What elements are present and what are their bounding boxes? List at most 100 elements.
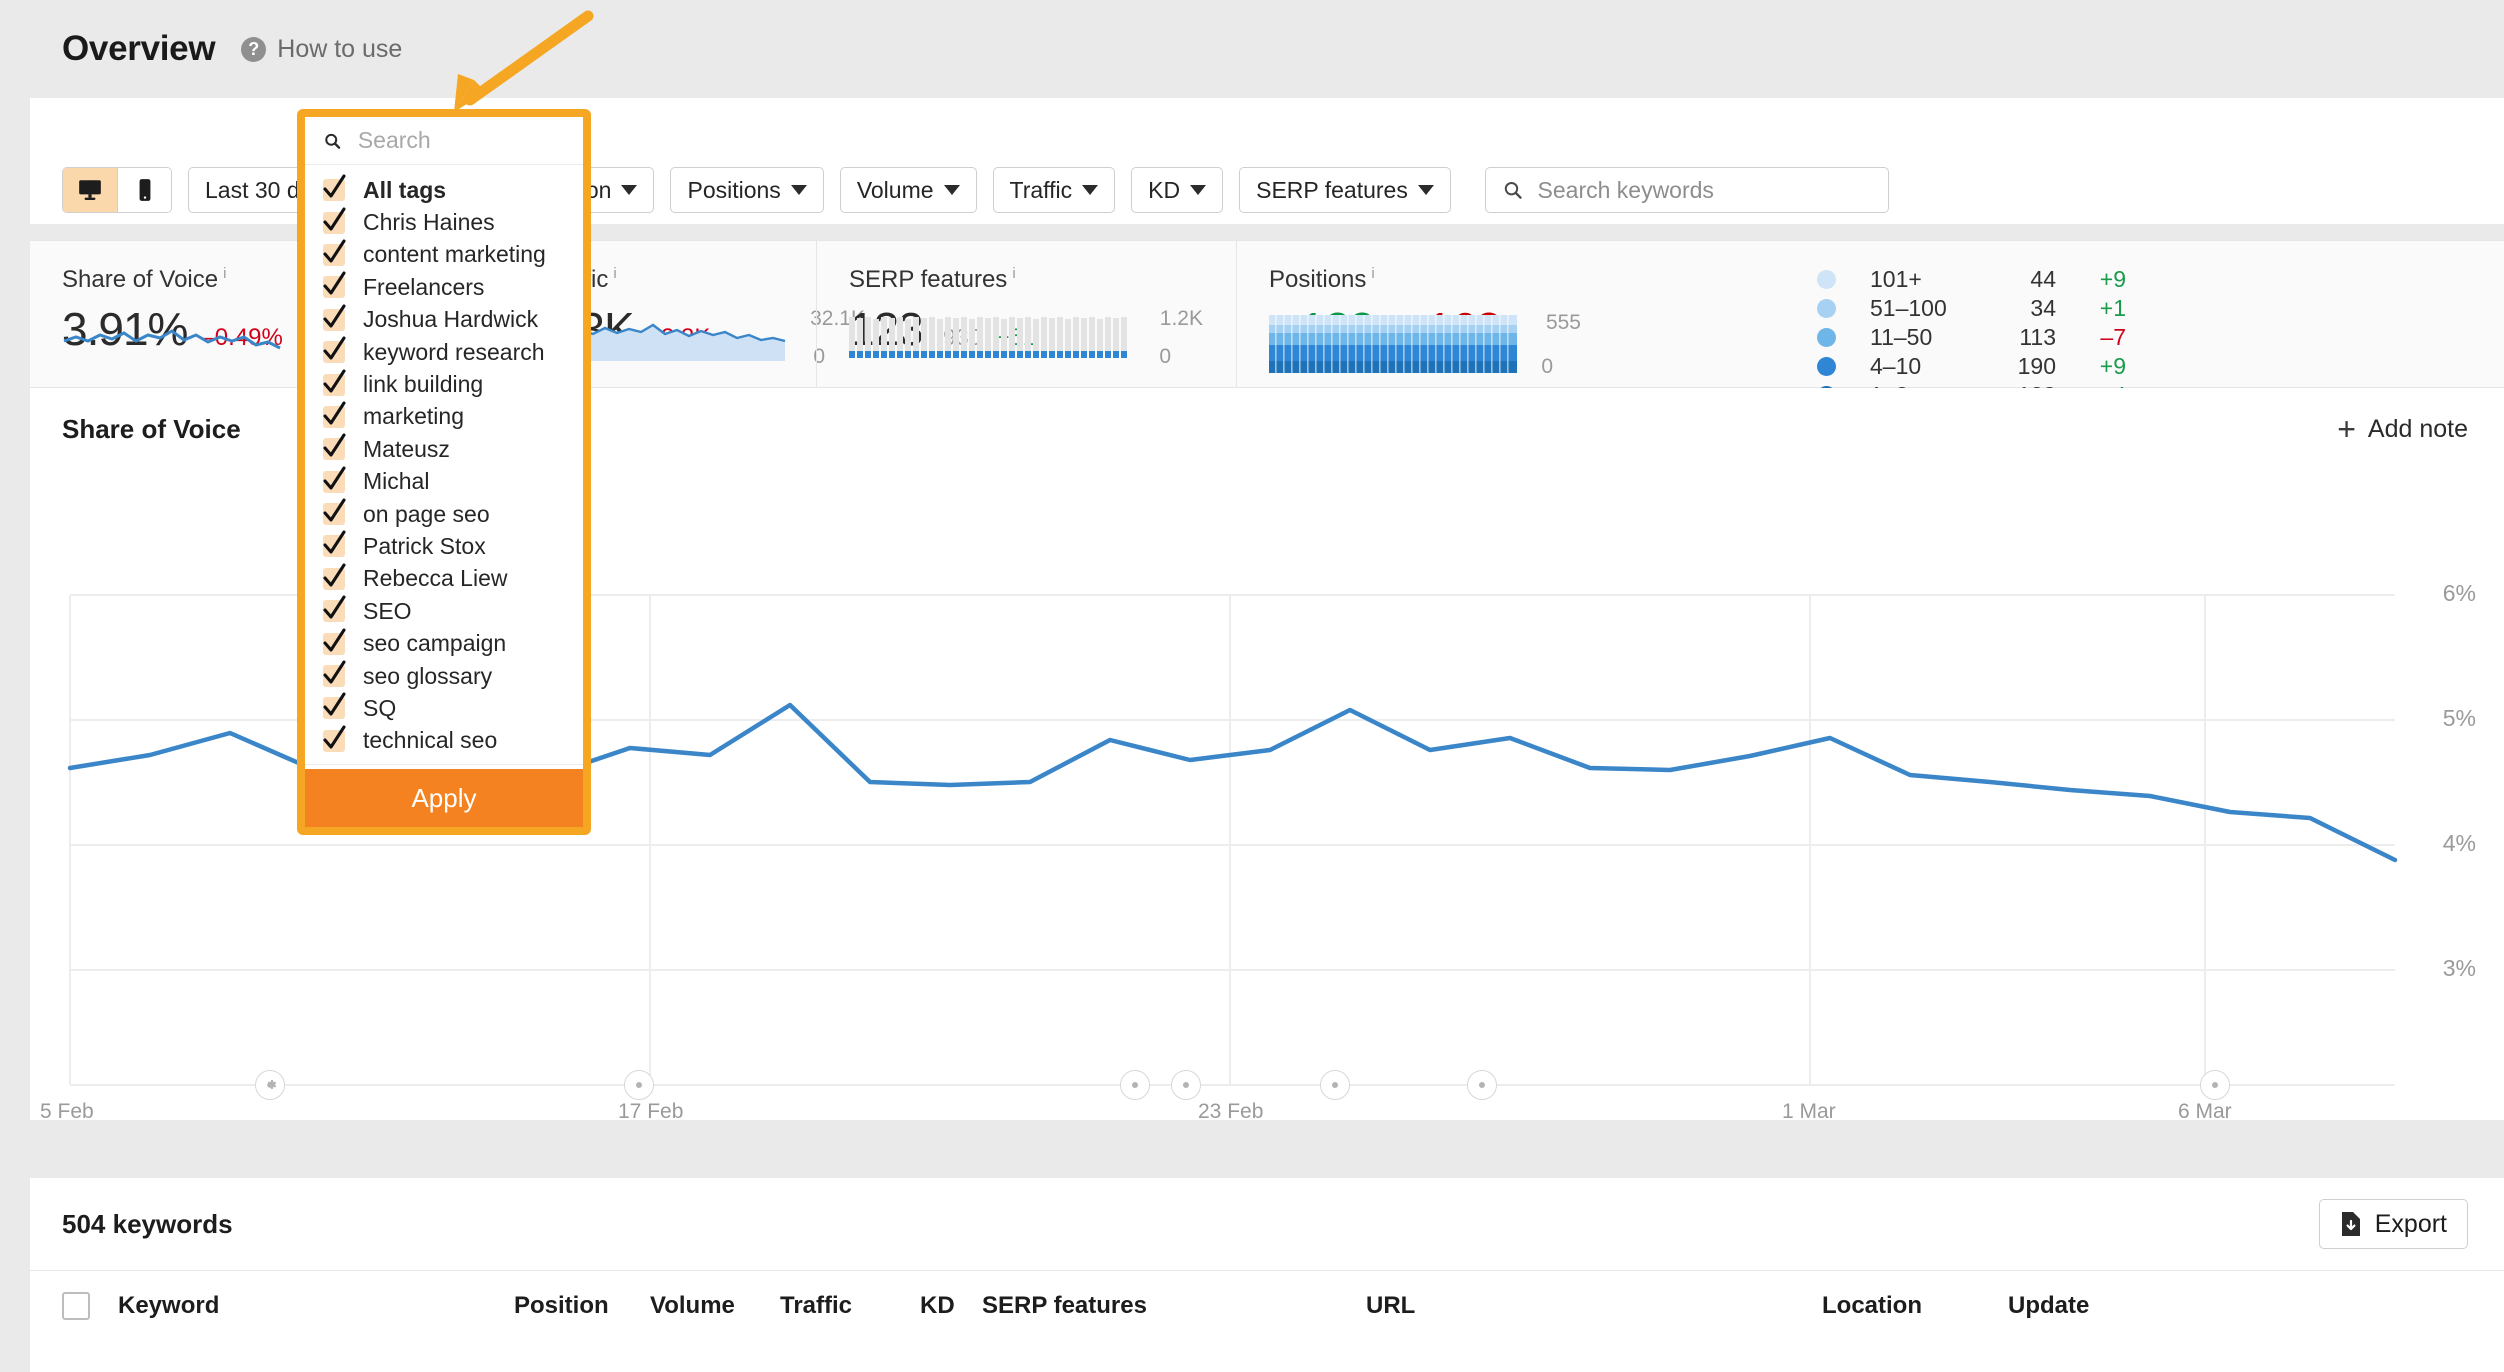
tag-item-keyword-research[interactable]: keyword research xyxy=(305,336,583,368)
tag-item-chris-haines[interactable]: Chris Haines xyxy=(305,206,583,238)
checkbox-checked-icon[interactable] xyxy=(323,568,345,590)
checkbox-checked-icon[interactable] xyxy=(323,600,345,622)
apply-button[interactable]: Apply xyxy=(305,769,583,827)
how-to-use-link[interactable]: ? How to use xyxy=(241,35,402,64)
tag-item-michal[interactable]: Michal xyxy=(305,466,583,498)
filter-kd[interactable]: KD xyxy=(1131,167,1223,213)
checkbox-checked-icon[interactable] xyxy=(323,309,345,331)
checkbox-checked-icon[interactable] xyxy=(323,244,345,266)
legend-count: 34 xyxy=(1976,295,2056,322)
tag-item-label: SEO xyxy=(363,598,412,625)
add-note-label: Add note xyxy=(2368,415,2468,444)
export-button[interactable]: Export xyxy=(2319,1199,2468,1249)
checkbox-checked-icon[interactable] xyxy=(323,341,345,363)
sparkline-svg xyxy=(849,311,1137,363)
tag-filter-dropdown[interactable]: All tags Chris Haines content marketing … xyxy=(297,109,591,835)
tag-item-seo[interactable]: SEO xyxy=(305,595,583,627)
tag-item-technical-seo[interactable]: technical seo xyxy=(305,725,583,757)
info-icon[interactable]: i xyxy=(1371,265,1374,282)
legend-label: 51–100 xyxy=(1836,295,1976,322)
checkbox-checked-icon[interactable] xyxy=(323,276,345,298)
checkbox-checked-icon[interactable] xyxy=(323,503,345,525)
checkbox-checked-icon[interactable] xyxy=(323,406,345,428)
checkbox-checked-icon[interactable] xyxy=(323,179,345,201)
tag-item-joshua-hardwick[interactable]: Joshua Hardwick xyxy=(305,304,583,336)
column-header-update[interactable]: Update xyxy=(2008,1292,2168,1320)
info-icon[interactable]: i xyxy=(613,265,616,282)
select-all-checkbox[interactable] xyxy=(62,1292,90,1320)
checkbox-checked-icon[interactable] xyxy=(323,697,345,719)
metric-card-positions[interactable]: Positionsi 122 162 xyxy=(1236,241,2502,387)
legend-label: 101+ xyxy=(1836,266,1976,293)
tag-item-on-page-seo[interactable]: on page seo xyxy=(305,498,583,530)
note-pin[interactable] xyxy=(1467,1070,1497,1100)
gear-icon xyxy=(1178,1077,1194,1093)
keyword-search-box[interactable] xyxy=(1485,167,1889,213)
note-pin[interactable] xyxy=(1320,1070,1350,1100)
tag-item-sq[interactable]: SQ xyxy=(305,692,583,724)
tag-item-link-building[interactable]: link building xyxy=(305,368,583,400)
tag-item-rebecca-liew[interactable]: Rebecca Liew xyxy=(305,563,583,595)
filter-serp-features[interactable]: SERP features xyxy=(1239,167,1451,213)
column-header-position[interactable]: Position xyxy=(514,1292,650,1320)
tag-search-box[interactable] xyxy=(305,117,583,165)
tag-item-patrick-stox[interactable]: Patrick Stox xyxy=(305,530,583,562)
tag-item-seo-campaign[interactable]: seo campaign xyxy=(305,627,583,659)
mobile-icon xyxy=(132,177,158,203)
device-toggle[interactable] xyxy=(62,167,172,213)
column-header-traffic[interactable]: Traffic xyxy=(780,1292,920,1320)
note-pin[interactable] xyxy=(1120,1070,1150,1100)
checkbox-checked-icon[interactable] xyxy=(323,374,345,396)
gear-icon xyxy=(1327,1077,1343,1093)
tag-item-mateusz[interactable]: Mateusz xyxy=(305,433,583,465)
note-pin[interactable] xyxy=(1171,1070,1201,1100)
chevron-down-icon xyxy=(1190,185,1206,195)
info-icon[interactable]: i xyxy=(223,265,226,282)
x-tick-label: 6 Mar xyxy=(2178,1100,2232,1124)
search-input[interactable] xyxy=(1538,177,1872,204)
checkbox-checked-icon[interactable] xyxy=(323,438,345,460)
column-header-url[interactable]: URL xyxy=(1366,1292,1822,1320)
filter-volume[interactable]: Volume xyxy=(840,167,977,213)
question-mark-icon: ? xyxy=(241,37,266,62)
device-mobile-button[interactable] xyxy=(117,168,171,212)
sparkline-serp-features: 1.2K 0 xyxy=(849,311,1149,371)
checkbox-checked-icon[interactable] xyxy=(323,665,345,687)
column-header-kd[interactable]: KD xyxy=(920,1292,982,1320)
tag-item-label: Michal xyxy=(363,468,429,495)
device-desktop-button[interactable] xyxy=(63,168,117,212)
note-pin[interactable] xyxy=(624,1070,654,1100)
y-tick-label: 5% xyxy=(2443,705,2476,732)
filter-positions[interactable]: Positions xyxy=(670,167,823,213)
note-pin[interactable] xyxy=(255,1070,285,1100)
checkbox-checked-icon[interactable] xyxy=(323,212,345,234)
apply-label: Apply xyxy=(411,783,476,814)
metric-card-serp-features[interactable]: SERP featuresi 123 /930 +51 xyxy=(816,241,1236,387)
info-icon[interactable]: i xyxy=(1012,265,1015,282)
checkbox-checked-icon[interactable] xyxy=(323,633,345,655)
column-header-serp-features[interactable]: SERP features xyxy=(982,1292,1366,1320)
legend-delta: –7 xyxy=(2056,324,2126,351)
filter-traffic[interactable]: Traffic xyxy=(993,167,1116,213)
tag-item-all-tags[interactable]: All tags xyxy=(305,174,583,206)
tag-item-label: content marketing xyxy=(363,241,546,268)
chevron-down-icon xyxy=(1082,185,1098,195)
legend-delta: +1 xyxy=(2056,295,2126,322)
tag-item-label: Rebecca Liew xyxy=(363,565,507,592)
checkbox-checked-icon[interactable] xyxy=(323,535,345,557)
tag-item-label: SQ xyxy=(363,695,396,722)
y-tick-label: 3% xyxy=(2443,955,2476,982)
note-pin[interactable] xyxy=(2200,1070,2230,1100)
add-note-button[interactable]: + Add note xyxy=(2337,415,2468,444)
tag-item-freelancers[interactable]: Freelancers xyxy=(305,271,583,303)
checkbox-checked-icon[interactable] xyxy=(323,730,345,752)
tag-item-seo-glossary[interactable]: seo glossary xyxy=(305,660,583,692)
checkbox-checked-icon[interactable] xyxy=(323,471,345,493)
column-header-volume[interactable]: Volume xyxy=(650,1292,780,1320)
column-header-location[interactable]: Location xyxy=(1822,1292,2008,1320)
tag-search-input[interactable] xyxy=(358,127,565,154)
tag-item-content-marketing[interactable]: content marketing xyxy=(305,239,583,271)
y-tick-label: 4% xyxy=(2443,830,2476,857)
column-header-keyword[interactable]: Keyword xyxy=(118,1292,514,1320)
tag-item-marketing[interactable]: marketing xyxy=(305,401,583,433)
